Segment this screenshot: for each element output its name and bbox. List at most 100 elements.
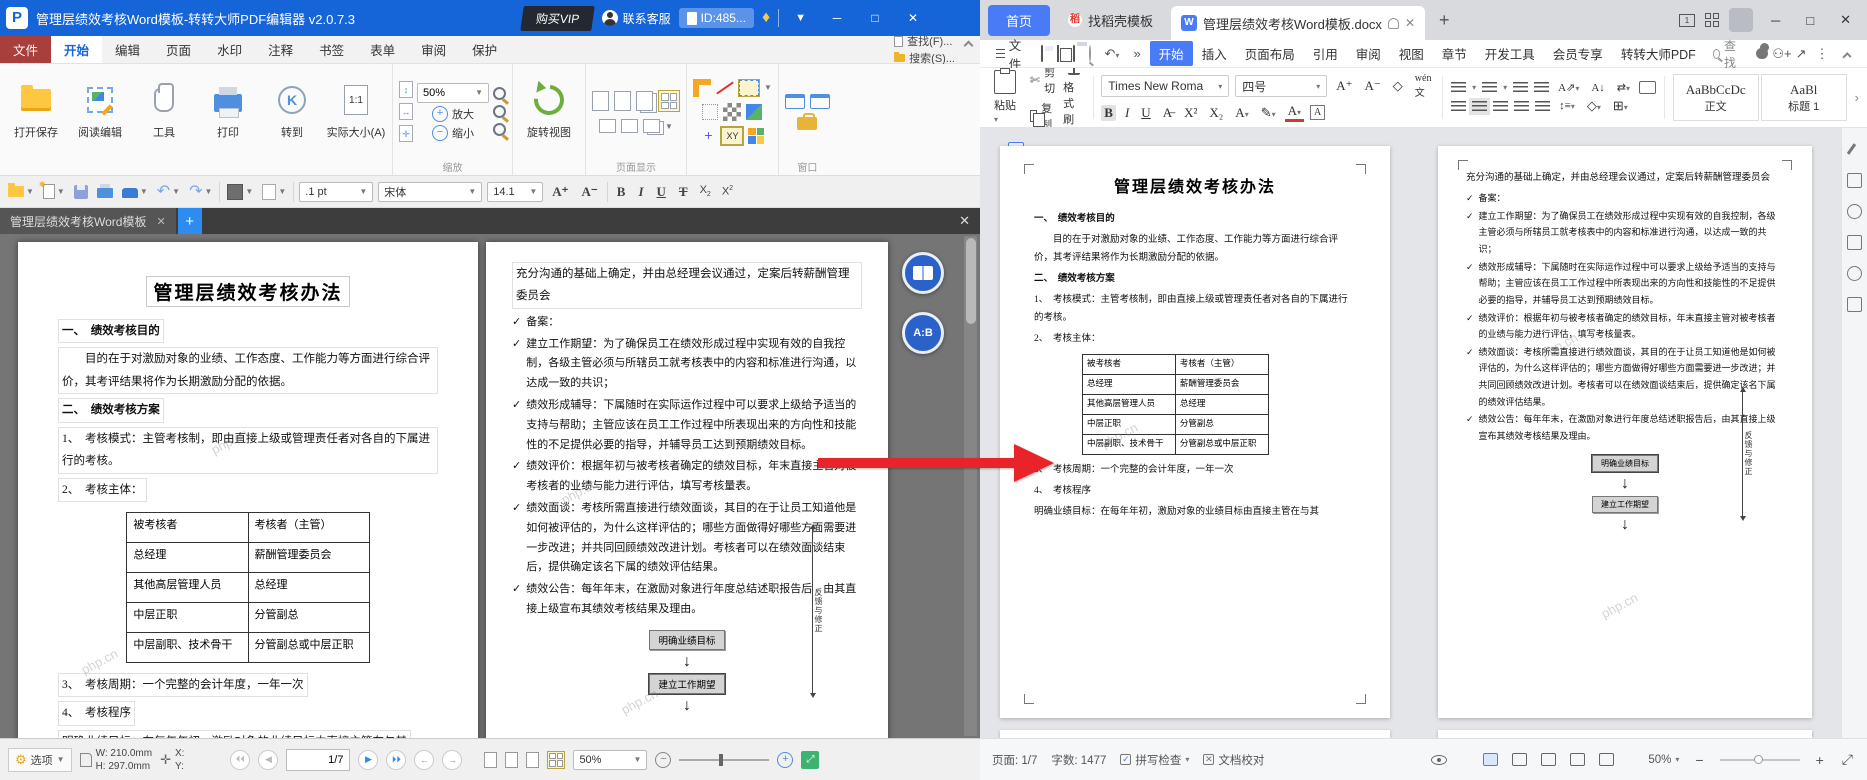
redo-button[interactable]: ↷ ▼ (187, 183, 214, 201)
wps-minimize-button[interactable]: ─ (1763, 11, 1788, 30)
sidebar-pen-icon[interactable] (1847, 142, 1862, 157)
eye-protect-icon[interactable] (1431, 754, 1448, 765)
scrollbar-thumb[interactable] (965, 238, 976, 324)
wps-superscript-button[interactable]: X² (1181, 105, 1200, 121)
status-zoom-select[interactable]: 50% ▼ (573, 749, 648, 770)
wps-zoom-out-icon[interactable]: − (1693, 752, 1705, 768)
wps-page-1[interactable]: 管理层绩效考核办法 一、 绩效考核目的 目的在于对激励对象的业绩、工作态度、工作… (1000, 146, 1390, 718)
underline-button[interactable]: U (653, 184, 670, 200)
invite-user-icon[interactable]: ⚇+ (1772, 46, 1791, 62)
wps-strike-button[interactable]: A̶ (1160, 105, 1175, 121)
pdf-menu-item[interactable]: 编辑 (102, 36, 153, 63)
tabbar-close-icon[interactable]: ✕ (949, 208, 980, 234)
wps-menu-item[interactable]: 开发工具 (1476, 41, 1544, 66)
page-thumb-icon[interactable] (621, 119, 639, 133)
tools-button[interactable]: 工具 (134, 69, 194, 155)
more-menu-icon[interactable]: ⋮ (1811, 46, 1834, 62)
collapse-ribbon-icon[interactable] (963, 40, 974, 51)
font-color-icon[interactable]: A▾ (1284, 103, 1305, 122)
bold-button[interactable]: B (613, 184, 630, 200)
style-card[interactable]: AaBbCcDc 正文 (1672, 74, 1759, 121)
word-count-status[interactable]: 字数: 1477 (1051, 752, 1106, 768)
stroke-width-select[interactable]: .1 pt ▼ (299, 181, 374, 202)
status-two-page-icon[interactable] (526, 751, 540, 768)
save-button[interactable] (72, 183, 90, 201)
fill-color-button[interactable]: ▼ (225, 182, 255, 202)
user-avatar[interactable] (1729, 8, 1754, 32)
status-zoom-in-icon[interactable]: + (777, 751, 794, 768)
pdf-menu-item[interactable]: 审阅 (408, 36, 459, 63)
wps-search-box[interactable]: 查找 (1712, 37, 1740, 71)
zoom-slider-knob[interactable] (719, 753, 724, 766)
wps-zoom-level[interactable]: 50% ▾ (1648, 754, 1679, 766)
pdf-minimize-button[interactable]: ─ (822, 7, 852, 29)
pdf-menu-item[interactable]: 书签 (306, 36, 357, 63)
ink-view-icon[interactable] (1599, 753, 1615, 766)
wps-underline-button[interactable]: U (1138, 105, 1153, 121)
four-page-icon[interactable] (658, 90, 680, 112)
web-view-icon[interactable] (1541, 753, 1557, 766)
wps-close-button[interactable]: ✕ (1832, 10, 1859, 30)
superscript-button[interactable]: X2 (719, 185, 736, 198)
sidebar-help-icon[interactable] (1847, 204, 1862, 219)
align-left-icon[interactable] (1451, 100, 1467, 112)
translate-fab[interactable]: A:B (902, 312, 944, 354)
wps-font-size-select[interactable]: 四号 ▾ (1235, 75, 1328, 97)
page-view-icon[interactable] (1483, 753, 1499, 766)
reader-view-icon[interactable] (1570, 753, 1586, 766)
single-page-icon[interactable] (592, 91, 609, 111)
zoom-level-select[interactable]: 50% ▼ (417, 82, 489, 103)
undo-button[interactable]: ↶ ▼ (155, 183, 182, 201)
status-four-page-icon[interactable] (547, 750, 566, 769)
vip-diamond-icon[interactable]: ♦ (762, 9, 770, 27)
wps-font-select[interactable]: Times New Roma ▾ (1101, 75, 1230, 97)
prev-page-button[interactable]: ◀ (258, 749, 279, 770)
wps-page-2[interactable]: 充分沟通的基础上确定，并由总经理会议通过，定案后转薪酬管理委员会 ✓ 备案： ✓ 建立… (1438, 146, 1812, 718)
pdf-close-button[interactable]: ✕ (898, 7, 928, 29)
character-border-icon[interactable]: A (1310, 105, 1326, 120)
scan-button[interactable]: ▼ (120, 183, 150, 200)
pdf-menu-item[interactable]: 开始 (51, 36, 103, 63)
selection-icon[interactable] (702, 103, 719, 120)
wps-menu-item[interactable]: 页面布局 (1236, 41, 1304, 66)
wps-home-tab[interactable]: 首页 (988, 4, 1051, 36)
increase-indent-icon[interactable] (1534, 82, 1550, 93)
pdf-menu-item[interactable]: 页面 (153, 36, 204, 63)
align-center-icon[interactable] (1469, 97, 1491, 115)
pdf-page-2[interactable]: 充分沟通的基础上确定，并由总经理会议通过，定案后转薪酬管理委员会 ✓ 备案： ✓ 建立… (486, 242, 888, 738)
style-gallery-more-icon[interactable]: › (1855, 70, 1859, 125)
wps-bold-button[interactable]: B (1101, 104, 1116, 121)
wps-subscript-button[interactable]: X₂ (1206, 105, 1226, 121)
shading-icon[interactable]: ◇▾ (1584, 98, 1604, 114)
format-painter-button[interactable]: 格式刷 (1063, 79, 1085, 127)
quick-print-button[interactable] (95, 183, 115, 200)
xy-coordinates-icon[interactable]: XY (720, 125, 745, 146)
split-view-icon[interactable] (599, 119, 617, 133)
pdf-menu-item[interactable]: 保护 (459, 36, 510, 63)
contact-support-button[interactable]: 联系客服 (601, 10, 671, 27)
shrink-font-button[interactable]: A⁻ (578, 184, 602, 200)
wps-new-tab-button[interactable]: + (1433, 10, 1456, 31)
page-display-caret-icon[interactable]: ▼ (665, 122, 673, 131)
fit-width-icon[interactable] (399, 103, 413, 120)
wps-fit-page-icon[interactable]: ⤢ (1840, 751, 1855, 768)
fit-page-icon[interactable] (399, 81, 413, 98)
measure-icon[interactable] (716, 79, 734, 97)
goto-button[interactable]: K 转到 (262, 69, 322, 155)
page-number-input[interactable] (286, 748, 351, 771)
wps-menu-item[interactable]: 章节 (1433, 41, 1476, 66)
wps-zoom-in-icon[interactable]: + (1814, 752, 1826, 768)
flow-box-goal[interactable]: 明确业绩目标 (1591, 453, 1659, 473)
wps-menu-item[interactable]: 转转大师PDF (1612, 41, 1705, 66)
cloud-sync-icon[interactable] (1755, 43, 1769, 59)
first-page-button[interactable]: ⏴⏴ (230, 749, 251, 770)
options-button[interactable]: ⚙ 选项 ▼ (8, 747, 72, 772)
wps-italic-button[interactable]: I (1122, 105, 1132, 121)
font-family-select[interactable]: 宋体 ▼ (378, 181, 483, 202)
page-pair-icon[interactable] (643, 119, 661, 133)
pdf-menu-item[interactable]: 水印 (204, 36, 255, 63)
wps-undo-button[interactable]: ↶▾ (1100, 46, 1125, 62)
titlebar-dropdown-icon[interactable]: ▼ (787, 12, 814, 24)
pinyin-guide-icon[interactable]: wén 文 (1412, 73, 1435, 99)
wps-menu-item[interactable]: 审阅 (1347, 41, 1390, 66)
